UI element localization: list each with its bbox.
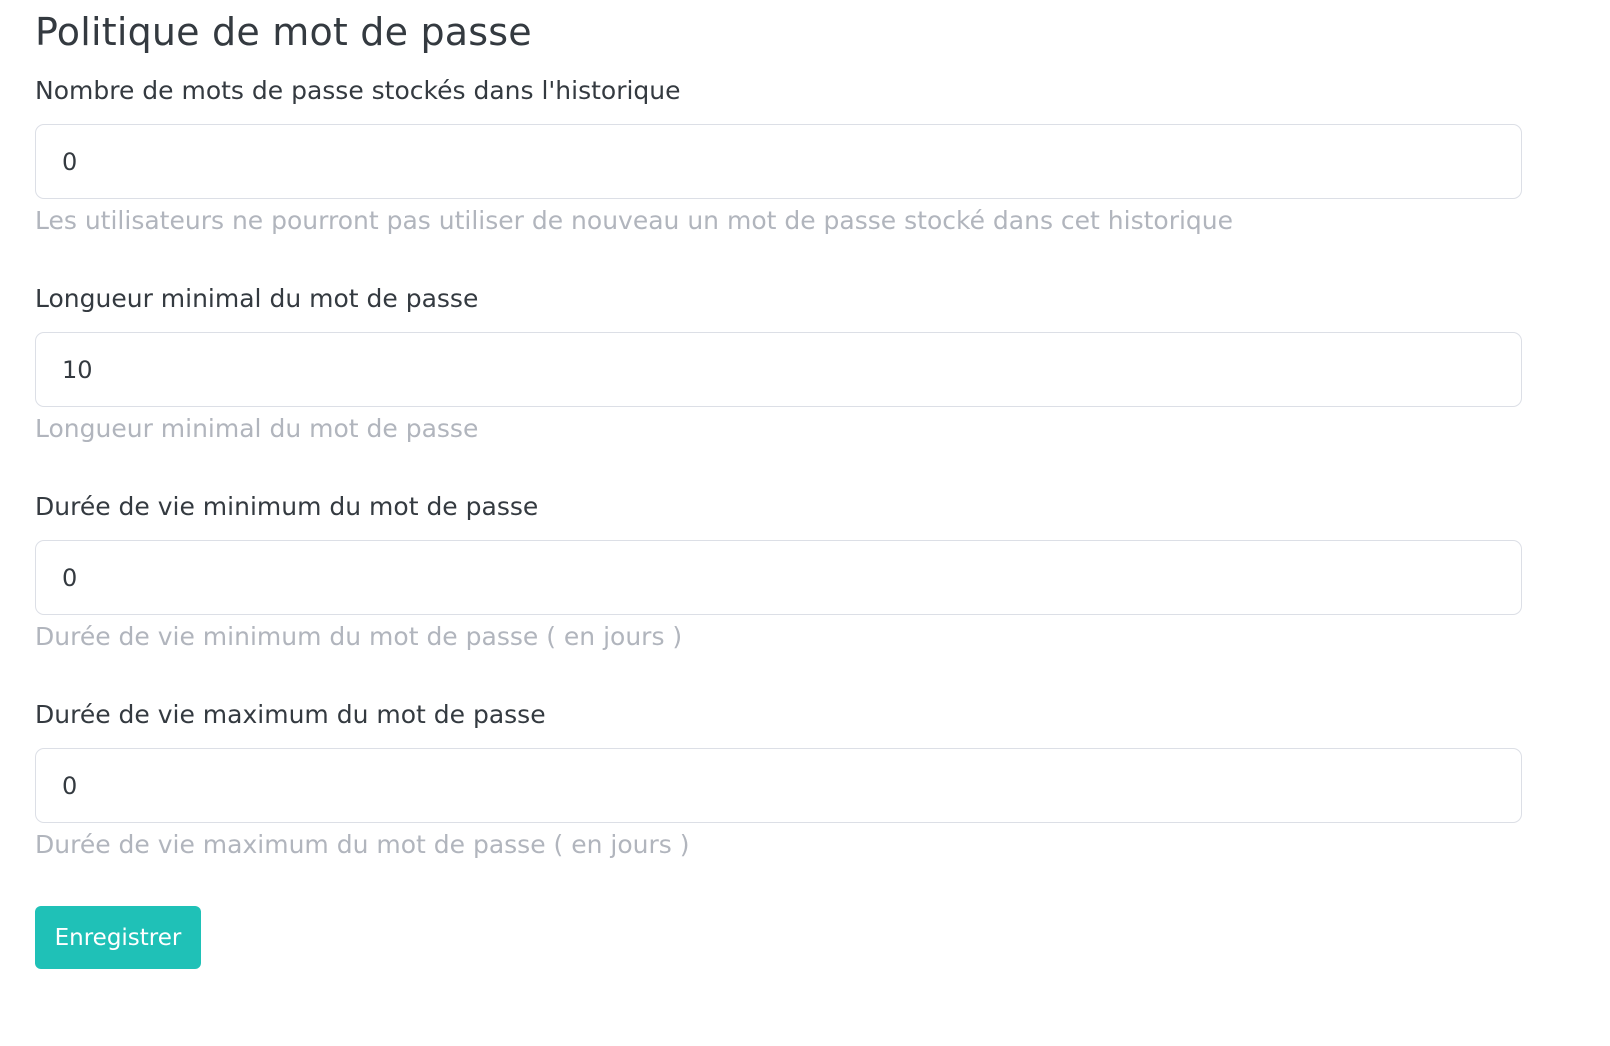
password-history-help: Les utilisateurs ne pourront pas utilise… <box>35 206 1234 235</box>
min-length-label: Longueur minimal du mot de passe <box>35 284 479 313</box>
max-lifetime-help: Durée de vie maximum du mot de passe ( e… <box>35 830 690 859</box>
min-lifetime-input[interactable] <box>35 540 1522 615</box>
password-policy-page: Politique de mot de passe Nombre de mots… <box>0 0 1610 1046</box>
min-lifetime-label: Durée de vie minimum du mot de passe <box>35 492 539 521</box>
page-title: Politique de mot de passe <box>35 10 532 54</box>
min-length-field: Longueur minimal du mot de passe Longueu… <box>35 283 1522 445</box>
min-lifetime-help: Durée de vie minimum du mot de passe ( e… <box>35 622 683 651</box>
password-history-label: Nombre de mots de passe stockés dans l'h… <box>35 76 681 105</box>
password-history-field: Nombre de mots de passe stockés dans l'h… <box>35 75 1522 237</box>
max-lifetime-label: Durée de vie maximum du mot de passe <box>35 700 546 729</box>
min-length-input[interactable] <box>35 332 1522 407</box>
max-lifetime-field: Durée de vie maximum du mot de passe Dur… <box>35 699 1522 861</box>
password-history-input[interactable] <box>35 124 1522 199</box>
save-button[interactable]: Enregistrer <box>35 906 201 969</box>
min-length-help: Longueur minimal du mot de passe <box>35 414 479 443</box>
max-lifetime-input[interactable] <box>35 748 1522 823</box>
min-lifetime-field: Durée de vie minimum du mot de passe Dur… <box>35 491 1522 653</box>
